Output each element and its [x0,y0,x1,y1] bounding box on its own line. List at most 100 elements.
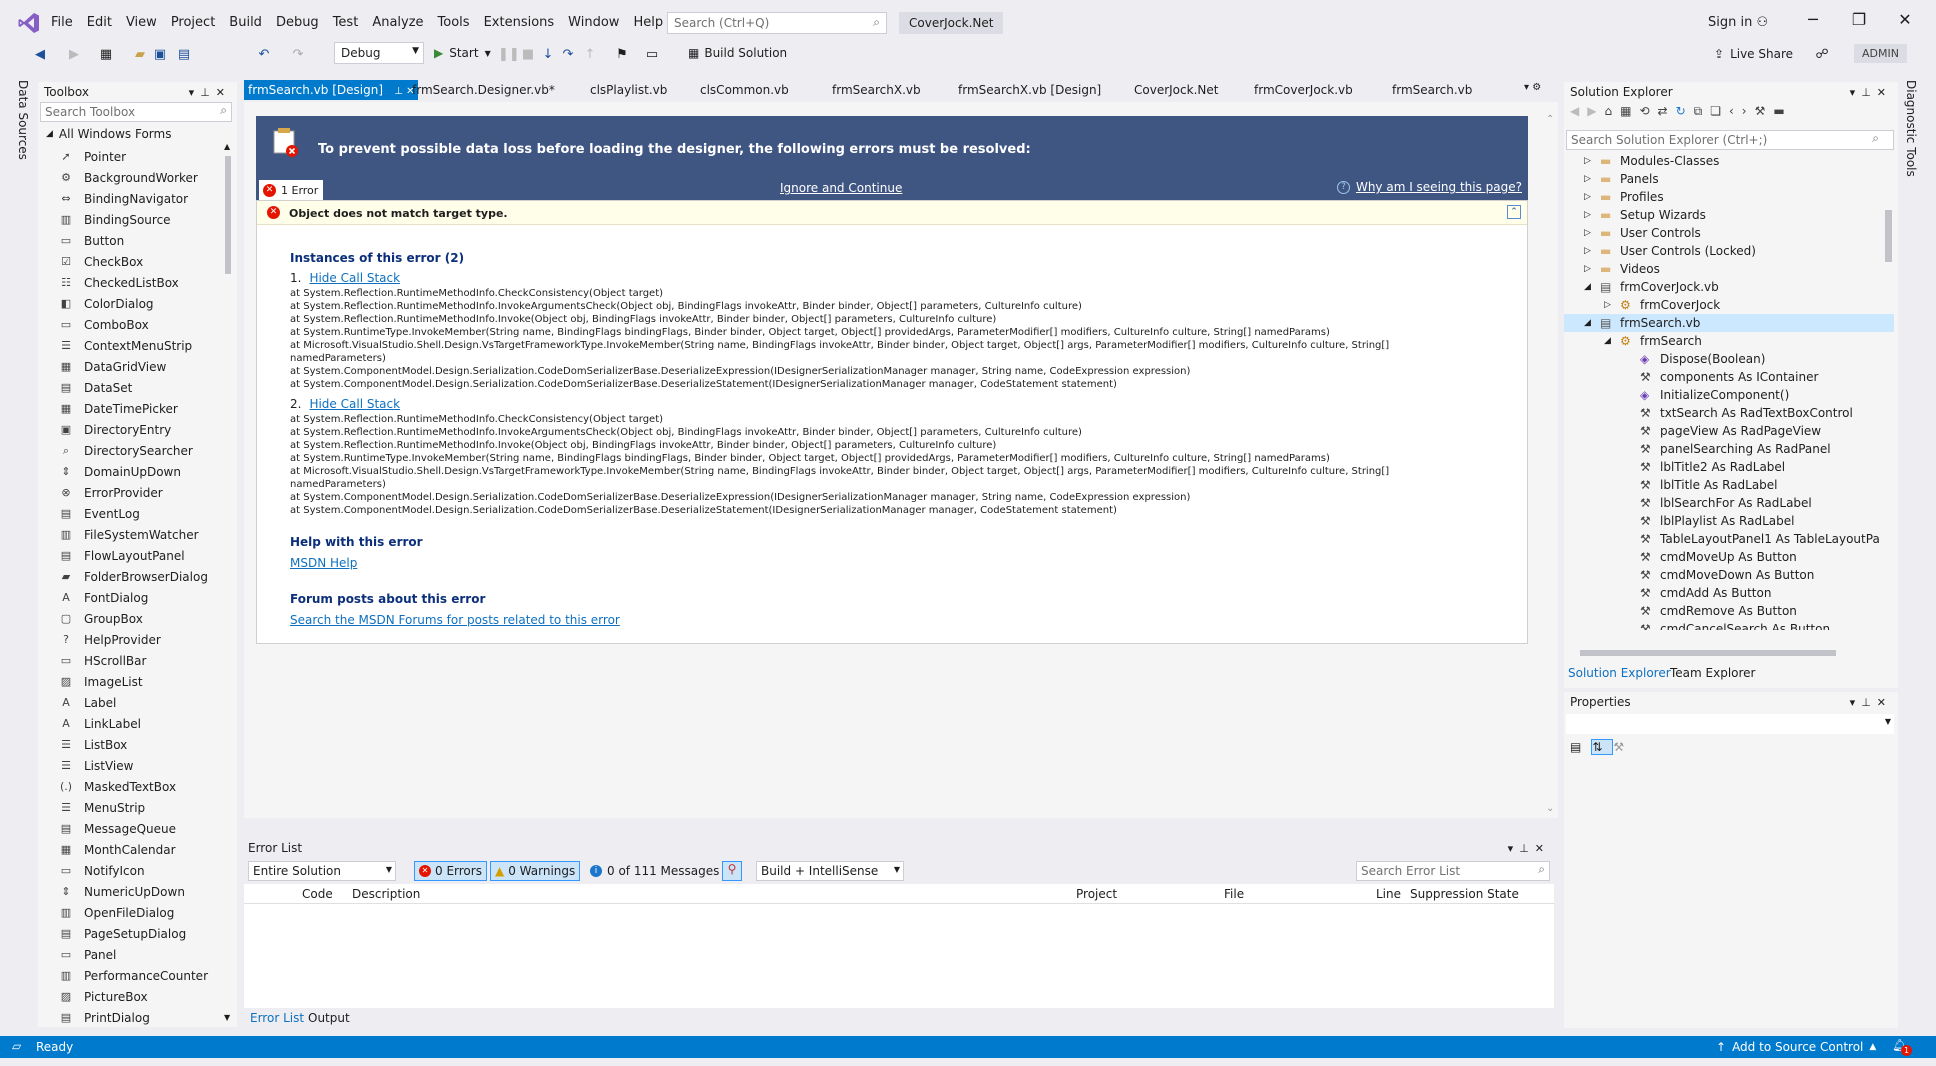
warnings-filter-button[interactable]: ▲ 0 Warnings [490,861,581,881]
toolbox-item-label[interactable]: A Label [38,692,218,713]
tab-5[interactable]: frmSearchX.vb [828,80,925,100]
forward-icon[interactable]: ▶ [66,47,82,63]
toolbox-item-notifyicon[interactable]: ▭ NotifyIcon [38,860,218,881]
live-share-button[interactable]: ⇪ Live Share [1714,47,1793,61]
close-icon[interactable]: ✕ [1877,86,1892,99]
tree-node[interactable]: ◢ ▤ frmSearch.vb [1564,314,1894,332]
collapsed-triangle-icon[interactable]: ▷ [1584,174,1591,184]
scroll-down-icon[interactable]: ⌄ [1546,803,1554,814]
expanded-triangle-icon[interactable]: ◢ [1584,282,1591,292]
find-icon[interactable]: ⚑ [614,47,630,63]
toolbox-item-openfiledialog[interactable]: ▥ OpenFileDialog [38,902,218,923]
toolbox-item-pagesetupdialog[interactable]: ▤ PageSetupDialog [38,923,218,944]
add-to-source-control-button[interactable]: ↑ Add to Source Control ▲ [1716,1040,1876,1054]
back-icon[interactable]: ◀ [32,47,48,63]
toolbox-item-flowlayoutpanel[interactable]: ▤ FlowLayoutPanel [38,545,218,566]
tab-output[interactable]: Output [308,1011,350,1025]
close-icon[interactable]: ✕ [216,86,231,99]
tree-node[interactable]: ▷ ▬ Profiles [1564,188,1894,206]
toolbox-item-picturebox[interactable]: ▨ PictureBox [38,986,218,1007]
tree-node[interactable]: ▷ ▬ Panels [1564,170,1894,188]
toolbox-item-errorprovider[interactable]: ⊗ ErrorProvider [38,482,218,503]
collapsed-triangle-icon[interactable]: ▷ [1584,192,1591,202]
build-solution-button[interactable]: ▦ Build Solution [688,46,787,60]
new-project-icon[interactable]: ▦ [98,47,114,63]
toolbox-item-checkedlistbox[interactable]: ☷ CheckedListBox [38,272,218,293]
stop-icon[interactable]: ■ [520,47,536,63]
toolbox-scrollbar[interactable]: ▲ ▼ [224,142,232,1022]
view-code-icon[interactable]: ‹› [1729,104,1755,118]
start-button[interactable]: ▶ Start ▼ [434,46,491,60]
ignore-and-continue-link[interactable]: Ignore and Continue [780,181,902,195]
quick-launch-search[interactable]: Search (Ctrl+Q) ⌕ [667,12,887,34]
tab-8[interactable]: frmCoverJock.vb [1250,80,1357,100]
pin-icon[interactable]: ⊥ [1861,86,1877,99]
collapse-icon[interactable]: ⌃ [1507,205,1521,219]
tab-error-list[interactable]: Error List [250,1011,304,1025]
notifications-button[interactable]: 🔔︎ 1 [1892,1038,1912,1056]
chevron-down-icon[interactable]: ▾ [1508,842,1520,855]
toolbox-item-domainupdown[interactable]: ⇕ DomainUpDown [38,461,218,482]
toolbox-item-listbox[interactable]: ☰ ListBox [38,734,218,755]
scroll-thumb[interactable] [225,156,231,274]
tree-node[interactable]: ⚒ cmdCancelSearch As Button [1564,620,1894,630]
close-button[interactable]: ✕ [1885,10,1925,29]
toolbox-item-colordialog[interactable]: ◧ ColorDialog [38,293,218,314]
tab-3[interactable]: clsPlaylist.vb [586,80,671,100]
toolbox-item-bindingsource[interactable]: ▥ BindingSource [38,209,218,230]
chevron-down-icon[interactable]: ▾ [1850,86,1862,99]
menu-build[interactable]: Build [222,0,269,46]
admin-badge[interactable]: ADMIN [1854,44,1907,63]
hide-call-stack-link[interactable]: Hide Call Stack [309,397,400,411]
column-code[interactable]: Code [302,887,333,901]
toolbox-item-groupbox[interactable]: ▢ GroupBox [38,608,218,629]
toolbox-item-directoryentry[interactable]: ▣ DirectoryEntry [38,419,218,440]
menu-edit[interactable]: Edit [80,0,119,46]
configuration-dropdown[interactable]: Debug ▼ [334,42,424,64]
why-link[interactable]: ? Why am I seeing this page? [1336,180,1522,194]
chevron-down-icon[interactable]: ▾ [189,86,201,99]
output-window-icon[interactable]: ▱ [12,1039,21,1053]
collapsed-triangle-icon[interactable]: ▷ [1604,300,1611,310]
msdn-help-link[interactable]: MSDN Help [290,556,357,570]
menu-analyze[interactable]: Analyze [365,0,430,46]
build-filter-dropdown[interactable]: Build + IntelliSense ▼ [756,861,904,881]
toolbox-item-messagequeue[interactable]: ▤ MessageQueue [38,818,218,839]
column-project[interactable]: Project [1076,887,1117,901]
tree-vertical-scrollbar[interactable] [1884,154,1894,630]
pin-icon[interactable]: ⊥ [1861,696,1877,709]
toolbox-item-pointer[interactable]: ➚ Pointer [38,146,218,167]
preview-icon[interactable]: ▬ [1773,104,1792,118]
toolbox-item-filesystemwatcher[interactable]: ▥ FileSystemWatcher [38,524,218,545]
tree-node[interactable]: ◈ Dispose(Boolean) [1564,350,1894,368]
msdn-forums-link[interactable]: Search the MSDN Forums for posts related… [290,613,620,627]
menu-file[interactable]: File [44,0,80,46]
history-icon[interactable]: ⟲ [1639,104,1657,118]
tree-node[interactable]: ⚒ pageView As RadPageView [1564,422,1894,440]
tab-solution-explorer[interactable]: Solution Explorer [1568,666,1671,680]
open-file-icon[interactable]: ▰ [132,47,148,63]
solution-explorer-search[interactable]: Search Solution Explorer (Ctrl+;) ⌕ [1566,130,1894,150]
maximize-button[interactable]: ❐ [1839,10,1879,29]
toolbox-item-datetimepicker[interactable]: ▦ DateTimePicker [38,398,218,419]
toolbox-item-datagridview[interactable]: ▦ DataGridView [38,356,218,377]
toolbox-item-button[interactable]: ▭ Button [38,230,218,251]
property-pages-icon[interactable]: ⚒ [1613,740,1634,754]
tree-node[interactable]: ◢ ▤ frmCoverJock.vb [1564,278,1894,296]
collapsed-triangle-icon[interactable]: ▷ [1584,228,1591,238]
tree-horizontal-scrollbar[interactable] [1568,648,1884,658]
collapse-all-icon[interactable]: ⧉ [1694,104,1711,118]
pause-icon[interactable]: ❚❚ [498,47,520,63]
show-all-files-icon[interactable]: ❏ [1710,104,1729,118]
save-all-icon[interactable]: ▤ [176,47,192,63]
tab-7[interactable]: CoverJock.Net [1130,80,1222,100]
back-icon[interactable]: ◀ [1570,104,1587,118]
collapsed-triangle-icon[interactable]: ▷ [1584,156,1591,166]
tree-node[interactable]: ⚒ lblSearchFor As RadLabel [1564,494,1894,512]
toolbox-item-menustrip[interactable]: ☰ MenuStrip [38,797,218,818]
toolbox-item-monthcalendar[interactable]: ▦ MonthCalendar [38,839,218,860]
toolbox-item-maskedtextbox[interactable]: (.) MaskedTextBox [38,776,218,797]
tab-9[interactable]: frmSearch.vb [1388,80,1476,100]
forward-icon[interactable]: ▶ [1587,104,1604,118]
toolbox-item-bindingnavigator[interactable]: ⇔ BindingNavigator [38,188,218,209]
